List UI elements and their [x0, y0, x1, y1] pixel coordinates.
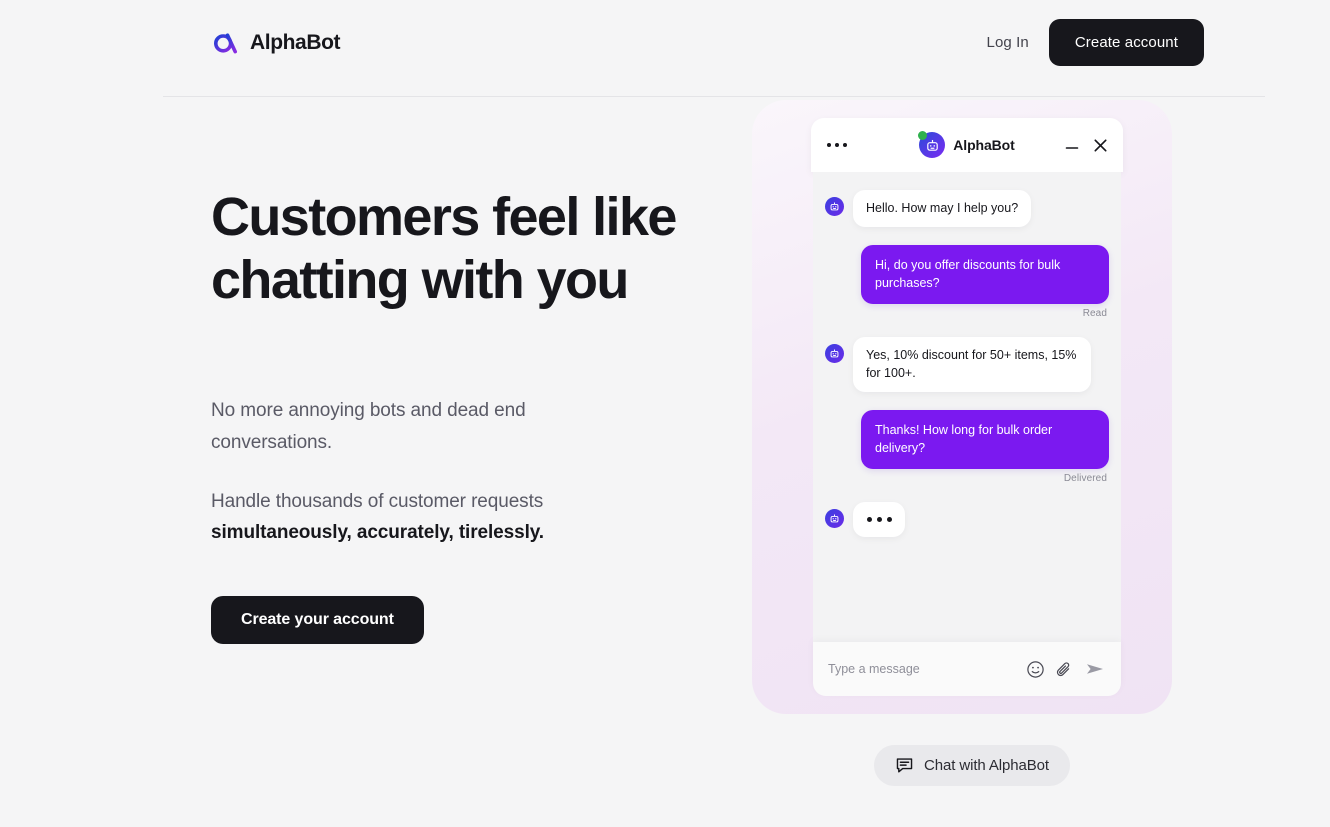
hero-paragraph-2: Handle thousands of customer requests si…: [211, 486, 631, 549]
chat-window-controls: [1064, 137, 1109, 154]
chat-widget-header: AlphaBot: [811, 118, 1123, 172]
robot-avatar-icon: [825, 343, 844, 363]
chat-message-user: Hi, do you offer discounts for bulk purc…: [813, 244, 1121, 304]
site-header: AlphaBot Log In Create account: [0, 0, 1330, 97]
chat-widget: AlphaBot Hello. How may I help you? Hi, …: [811, 118, 1123, 696]
robot-avatar-icon: [918, 131, 946, 158]
chat-message-typing: [813, 501, 1121, 537]
hero-paragraph-2-lead: Handle thousands of customer requests: [211, 490, 544, 512]
chat-pill-label: Chat with AlphaBot: [924, 757, 1049, 774]
chat-with-alphabot-button[interactable]: Chat with AlphaBot: [874, 745, 1070, 786]
create-your-account-button[interactable]: Create your account: [211, 595, 424, 644]
chat-message-bot: Yes, 10% discount for 50+ items, 15% for…: [813, 336, 1121, 392]
chat-message-bot: Hello. How may I help you?: [813, 190, 1121, 227]
minimize-icon[interactable]: [1064, 137, 1080, 153]
chat-message-list[interactable]: Hello. How may I help you? Hi, do you of…: [813, 172, 1121, 642]
hero-paragraph-1: No more annoying bots and dead end conve…: [211, 400, 526, 453]
chat-message-user: Thanks! How long for bulk order delivery…: [813, 409, 1121, 469]
chat-input-bar: [813, 642, 1121, 696]
message-status: Read: [1082, 307, 1107, 319]
send-arrow-icon[interactable]: [1084, 658, 1106, 680]
chat-bubble-icon: [895, 756, 914, 775]
typing-indicator: [853, 501, 905, 537]
ellipsis-icon[interactable]: [827, 143, 847, 147]
hero-subtext: No more annoying bots and dead end conve…: [211, 395, 631, 548]
chat-bubble: Yes, 10% discount for 50+ items, 15% for…: [853, 336, 1091, 392]
header-divider: [163, 96, 1265, 97]
brand-logo[interactable]: AlphaBot: [211, 27, 341, 57]
create-account-button[interactable]: Create account: [1048, 19, 1204, 66]
message-input[interactable]: [828, 662, 1026, 676]
chat-bubble: Hello. How may I help you?: [853, 190, 1032, 227]
emoji-smiley-icon[interactable]: [1026, 660, 1045, 679]
robot-avatar-icon: [825, 197, 844, 216]
page-title: Customers feel like chatting with you: [211, 187, 677, 310]
close-icon[interactable]: [1092, 137, 1109, 154]
message-status: Delivered: [1063, 472, 1107, 484]
paperclip-icon[interactable]: [1055, 660, 1074, 679]
hero-paragraph-2-strong: simultaneously, accurately, tirelessly.: [211, 522, 544, 544]
header-actions: Log In Create account: [967, 19, 1204, 66]
robot-avatar-icon: [825, 508, 844, 528]
online-status-dot: [918, 131, 928, 140]
login-button[interactable]: Log In: [967, 26, 1049, 59]
chat-input-actions: [1026, 658, 1106, 680]
chat-widget-title: AlphaBot: [953, 137, 1015, 153]
brand-name: AlphaBot: [250, 30, 341, 54]
chat-bubble: Thanks! How long for bulk order delivery…: [861, 409, 1109, 469]
chat-bubble: Hi, do you offer discounts for bulk purc…: [861, 244, 1109, 304]
hero-section: Customers feel like chatting with you No…: [211, 186, 681, 644]
alpha-logo-icon: [211, 27, 241, 57]
